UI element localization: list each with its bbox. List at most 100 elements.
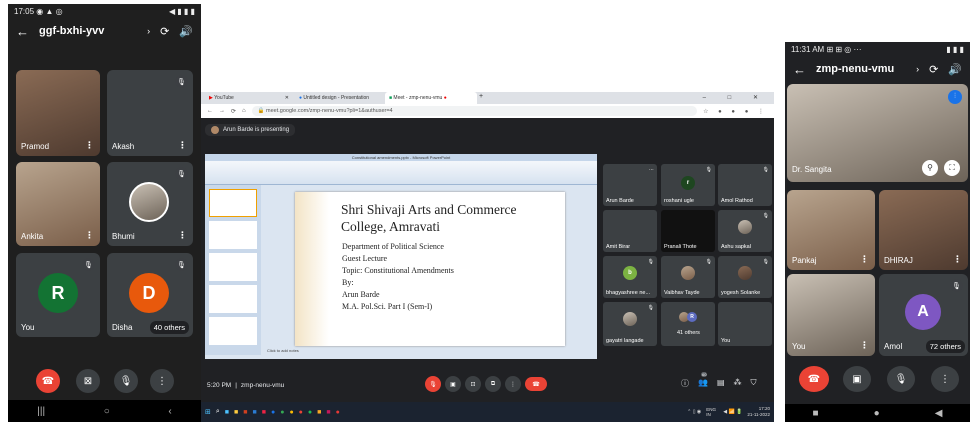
tray-icons[interactable]: ⌃ ▯ ◉ [687, 409, 701, 415]
more-options-icon[interactable]: ⋮ [85, 140, 94, 151]
more-options-icon[interactable]: ⋮ [85, 230, 94, 241]
browser-tab-active[interactable]: ■ Meet - zmp-nenu-vmu ● [385, 92, 477, 104]
mic-off-button[interactable]: 🎙 [887, 366, 915, 392]
slide-thumbnail[interactable] [209, 317, 257, 345]
slide-thumbnail[interactable] [209, 221, 257, 249]
participant-tile[interactable]: Pankaj ⋮ [787, 190, 875, 270]
more-options-button[interactable]: ⋮ [150, 369, 174, 393]
more-options-button[interactable]: ⋮ [931, 366, 959, 392]
chat-icon[interactable]: ▤ [717, 378, 725, 389]
new-tab-icon[interactable]: + [479, 92, 483, 104]
more-options-icon[interactable]: ⋮ [178, 140, 187, 151]
slide-notes[interactable]: Click to add notes [267, 348, 299, 353]
taskbar-app-icon[interactable]: ■ [326, 409, 330, 416]
browser-tab[interactable]: ▶ YouTube ✕ [205, 92, 293, 104]
back-arrow-icon[interactable]: ← [16, 24, 29, 39]
back-icon[interactable]: ◀ [935, 408, 943, 419]
forward-icon[interactable]: → [219, 108, 225, 114]
windows-start-icon[interactable]: ⊞ [205, 408, 211, 416]
captions-button[interactable]: ⊡ [465, 376, 481, 392]
speaker-icon[interactable]: 🔊 [179, 25, 193, 38]
taskbar-app-icon[interactable]: ■ [225, 409, 229, 416]
others-count-badge[interactable]: 72 others [925, 340, 965, 353]
pin-button[interactable]: ⚲ [922, 160, 938, 176]
browser-tab[interactable]: ● Untitled design - Presentation [295, 92, 383, 104]
taskbar-app-icon[interactable]: ■ [253, 409, 257, 416]
taskbar-app-icon[interactable]: ● [336, 409, 340, 416]
camera-off-button[interactable]: ⊠ [76, 369, 100, 393]
taskbar-app-icon[interactable]: ■ [234, 409, 238, 416]
taskbar-app-icon[interactable]: ■ [317, 409, 321, 416]
people-icon[interactable]: 👥 60 [698, 372, 708, 389]
participant-tile[interactable]: 🎙 r roshani ugle [661, 164, 715, 206]
end-call-button[interactable]: ☎ [36, 369, 60, 393]
taskbar-app-icon[interactable]: ■ [262, 409, 266, 416]
recents-icon[interactable]: ||| [37, 406, 45, 417]
participant-tile[interactable]: 🎙 Vaibhav Tayde [661, 256, 715, 298]
switch-camera-icon[interactable]: ⟳ [929, 63, 938, 76]
url-field[interactable]: 🔒 meet.google.com/zmp-nenu-vmu?pli=1&aut… [251, 106, 698, 116]
reload-icon[interactable]: ⟳ [231, 108, 236, 115]
participant-tile[interactable]: 🎙 Ashu sapkal [718, 210, 772, 252]
participant-tile[interactable]: Pranali Thote [661, 210, 715, 252]
more-options-icon[interactable]: ⋮ [860, 340, 869, 351]
participant-tile[interactable]: 🎙 A Amol 72 others [879, 274, 968, 356]
more-options-icon[interactable]: ⋮ [178, 230, 187, 241]
chevron-right-icon[interactable]: › [147, 26, 150, 36]
activities-icon[interactable]: ⁂ [734, 378, 742, 389]
chevron-right-icon[interactable]: › [916, 64, 919, 74]
end-call-button[interactable]: ☎ [799, 366, 829, 392]
home-icon[interactable]: ⌂ [242, 108, 246, 114]
speaker-icon[interactable]: 🔊 [948, 63, 962, 76]
participant-tile[interactable]: 🎙 R You [16, 253, 100, 337]
participant-tile[interactable]: Ankita ⋮ [16, 162, 100, 246]
participant-tile[interactable]: You [718, 302, 772, 346]
participant-tile[interactable]: ⋯ Arun Barde [603, 164, 657, 206]
info-icon[interactable]: ⓘ [681, 378, 689, 389]
participant-tile[interactable]: 🎙 gayatri langade [603, 302, 657, 346]
taskbar-app-icon[interactable]: ■ [243, 409, 247, 416]
participant-tile[interactable]: 🎙 Bhumi ⋮ [107, 162, 193, 246]
end-call-button[interactable]: ☎ [525, 377, 547, 391]
participant-tile[interactable]: DHIRAJ ⋮ [879, 190, 968, 270]
slide-thumbnail[interactable] [209, 189, 257, 217]
fullscreen-button[interactable]: ⛶ [944, 160, 960, 176]
switch-camera-icon[interactable]: ⟳ [160, 25, 169, 38]
participant-tile[interactable]: Amit Birar [603, 210, 657, 252]
close-tab-icon[interactable]: ✕ [285, 95, 289, 101]
extensions-icons[interactable]: ☆ ● ● ● ⋮ [703, 108, 774, 115]
camera-button[interactable]: ▣ [843, 366, 871, 392]
host-controls-icon[interactable]: ⛉ [751, 378, 757, 389]
participant-tile[interactable]: 🎙 b bhagyashree ne... [603, 256, 657, 298]
back-icon[interactable]: ← [207, 108, 213, 114]
slide-thumbnail[interactable] [209, 285, 257, 313]
language-indicator[interactable]: ENG IN [706, 407, 718, 417]
participant-tile[interactable]: 🎙 yogesh Solanke [718, 256, 772, 298]
more-options-button[interactable]: ⋮ [505, 376, 521, 392]
participant-tile[interactable]: You ⋮ [787, 274, 875, 356]
taskbar-app-icon[interactable]: ● [308, 409, 312, 416]
taskbar-app-icon[interactable]: ● [280, 409, 284, 416]
taskbar-app-icon[interactable]: ● [271, 409, 275, 416]
taskbar-app-icon[interactable]: ● [299, 409, 303, 416]
more-options-icon[interactable]: ⋮ [860, 254, 869, 265]
present-button[interactable]: ⧉ [485, 376, 501, 392]
mic-off-button[interactable]: 🎙 [114, 369, 138, 393]
taskbar-clock[interactable]: 17:20 21-11-2022 [747, 406, 774, 418]
recents-icon[interactable]: ■ [813, 408, 819, 419]
participant-tile[interactable]: 🎙 Amol Rathod [718, 164, 772, 206]
others-tile[interactable]: R 41 others [661, 302, 715, 346]
meeting-code[interactable]: ggf-bxhi-yvv [39, 25, 197, 37]
participant-tile[interactable]: Dr. Sangita ⫶ ⚲ ⛶ [787, 84, 968, 182]
tray-icons[interactable]: ◀ 📶 🔋 [723, 409, 742, 415]
taskbar-app-icon[interactable]: ● [289, 409, 293, 416]
more-options-icon[interactable]: ⋯ [649, 167, 654, 173]
home-icon[interactable]: ○ [104, 406, 110, 417]
search-icon[interactable]: ⌕ [216, 408, 220, 416]
more-options-icon[interactable]: ⋮ [953, 254, 962, 265]
participant-tile[interactable]: 🎙 D Disha 40 others [107, 253, 193, 337]
slide-thumbnail[interactable] [209, 253, 257, 281]
mic-off-button[interactable]: 🎙 [425, 376, 441, 392]
participant-tile[interactable]: 🎙 Akash ⋮ [107, 70, 193, 156]
camera-button[interactable]: ▣ [445, 376, 461, 392]
